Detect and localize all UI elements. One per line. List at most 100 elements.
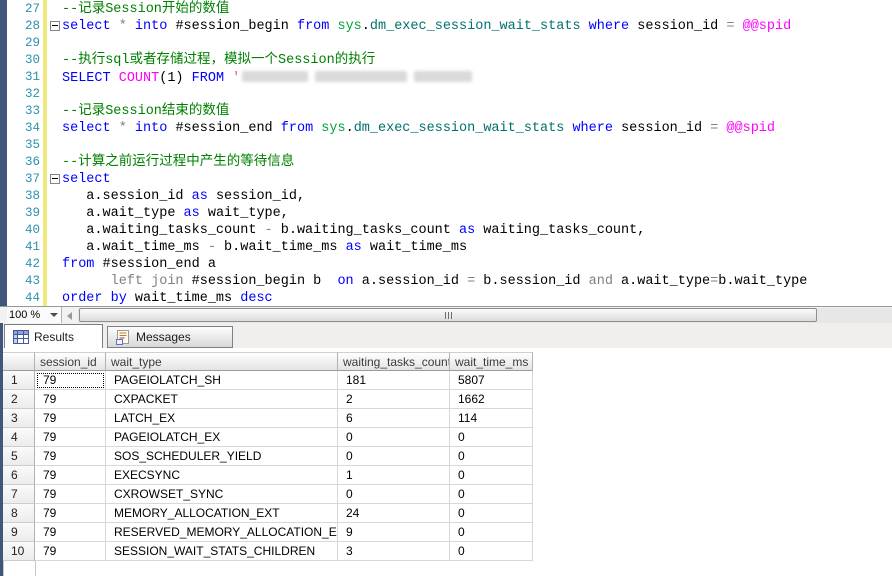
code-line[interactable]: 41 a.wait_time_ms - b.wait_time_ms as wa… xyxy=(0,239,892,256)
code-line[interactable]: 30--执行sql或者存储过程，模拟一个Session的执行 xyxy=(0,52,892,69)
code-line[interactable]: 36--计算之前运行过程中产生的等待信息 xyxy=(0,154,892,171)
column-header-session_id[interactable]: session_id xyxy=(35,352,106,371)
code-line[interactable]: 33--记录Session结束的数值 xyxy=(0,103,892,120)
grid-cell[interactable]: 0 xyxy=(450,428,533,447)
grid-cell[interactable]: 79 xyxy=(35,504,106,523)
grid-corner-cell[interactable] xyxy=(3,352,35,371)
row-number-cell[interactable]: 5 xyxy=(3,447,35,466)
row-number-cell[interactable]: 1 xyxy=(3,371,35,390)
code-line[interactable]: 28select * into #session_begin from sys.… xyxy=(0,18,892,35)
code-line[interactable]: 39 a.wait_type as wait_type, xyxy=(0,205,892,222)
grid-cell[interactable]: SOS_SCHEDULER_YIELD xyxy=(106,447,338,466)
grid-cell[interactable]: 2 xyxy=(338,390,450,409)
code-line[interactable]: 34select * into #session_end from sys.dm… xyxy=(0,120,892,137)
code-text: from #session_end a xyxy=(62,256,216,273)
code-line[interactable]: 31SELECT COUNT(1) FROM ' xyxy=(0,69,892,86)
code-line[interactable]: 38 a.session_id as session_id, xyxy=(0,188,892,205)
grid-cell[interactable]: 79 xyxy=(35,428,106,447)
grid-cell[interactable]: 1662 xyxy=(450,390,533,409)
grid-cell[interactable]: 79 xyxy=(35,409,106,428)
tab-results[interactable]: Results xyxy=(4,324,103,348)
code-line[interactable]: 35 xyxy=(0,137,892,154)
grid-cell[interactable]: LATCH_EX xyxy=(106,409,338,428)
grid-cell[interactable]: 1 xyxy=(338,466,450,485)
grid-cell[interactable]: 0 xyxy=(450,504,533,523)
code-line[interactable]: 44order by wait_time_ms desc xyxy=(0,290,892,306)
line-number: 39 xyxy=(7,205,42,222)
code-line[interactable]: 37select xyxy=(0,171,892,188)
grid-cell[interactable]: EXECSYNC xyxy=(106,466,338,485)
grid-cell[interactable]: 0 xyxy=(338,485,450,504)
grid-cell[interactable]: SESSION_WAIT_STATS_CHILDREN xyxy=(106,542,338,561)
sql-token-op: left join xyxy=(111,274,192,289)
grid-cell[interactable]: 6 xyxy=(338,409,450,428)
row-number-cell[interactable]: 10 xyxy=(3,542,35,561)
grid-cell[interactable]: 0 xyxy=(338,428,450,447)
zoom-combobox[interactable]: 100 % xyxy=(7,307,62,323)
grid-cell[interactable]: 0 xyxy=(450,523,533,542)
code-line[interactable]: 32 xyxy=(0,86,892,103)
grid-cell[interactable]: 181 xyxy=(338,371,450,390)
grid-cell[interactable]: PAGEIOLATCH_EX xyxy=(106,428,338,447)
sql-editor-surface[interactable]: 27--记录Session开始的数值28select * into #sessi… xyxy=(0,0,892,306)
sql-token-kw: as xyxy=(192,189,216,204)
row-number-cell[interactable]: 6 xyxy=(3,466,35,485)
grid-cell[interactable]: 79 xyxy=(35,485,106,504)
table-row: 179PAGEIOLATCH_SH1815807 xyxy=(3,371,533,390)
chevron-down-icon xyxy=(50,313,58,317)
horizontal-scrollbar-track[interactable] xyxy=(78,308,892,323)
grid-cell[interactable]: 0 xyxy=(450,542,533,561)
grid-cell[interactable]: 79 xyxy=(35,542,106,561)
grid-cell[interactable]: 0 xyxy=(450,447,533,466)
grid-cell[interactable]: MEMORY_ALLOCATION_EXT xyxy=(106,504,338,523)
grid-cell[interactable]: CXPACKET xyxy=(106,390,338,409)
grid-cell[interactable]: 24 xyxy=(338,504,450,523)
code-line[interactable]: 42from #session_end a xyxy=(0,256,892,273)
code-line[interactable]: 29 xyxy=(0,35,892,52)
sql-token-kw: from xyxy=(281,121,322,136)
grid-cell[interactable]: 79 xyxy=(35,390,106,409)
grid-cell[interactable]: 0 xyxy=(450,466,533,485)
column-header-wait_type[interactable]: wait_type xyxy=(106,352,338,371)
fold-collapse-icon[interactable] xyxy=(50,174,60,184)
grid-cell[interactable]: 0 xyxy=(338,447,450,466)
horizontal-scrollbar-thumb[interactable] xyxy=(79,308,817,322)
code-text: --计算之前运行过程中产生的等待信息 xyxy=(62,154,294,171)
grid-cell[interactable]: RESERVED_MEMORY_ALLOCATION_EXT xyxy=(106,523,338,542)
row-number-cell[interactable]: 7 xyxy=(3,485,35,504)
column-header-wait_time_ms[interactable]: wait_time_ms xyxy=(450,352,533,371)
grid-cell[interactable]: CXROWSET_SYNC xyxy=(106,485,338,504)
sql-token-fn: COUNT xyxy=(119,71,160,86)
sql-token-kw: order by xyxy=(62,291,135,306)
table-row: 579SOS_SCHEDULER_YIELD00 xyxy=(3,447,533,466)
row-number-cell[interactable]: 8 xyxy=(3,504,35,523)
row-number-cell[interactable]: 3 xyxy=(3,409,35,428)
code-line[interactable]: 27--记录Session开始的数值 xyxy=(0,1,892,18)
tab-messages[interactable]: Messages xyxy=(107,326,233,348)
grid-cell[interactable]: 79 xyxy=(35,523,106,542)
grid-cell[interactable]: 5807 xyxy=(450,371,533,390)
grid-cell[interactable]: 0 xyxy=(450,485,533,504)
grid-cell[interactable]: 79 xyxy=(35,371,106,390)
sql-token-op: * xyxy=(119,19,135,34)
triangle-left-icon xyxy=(67,312,72,320)
row-number-cell[interactable]: 9 xyxy=(3,523,35,542)
grid-cell[interactable]: 9 xyxy=(338,523,450,542)
fold-collapse-icon[interactable] xyxy=(50,21,60,31)
grid-cell[interactable]: PAGEIOLATCH_SH xyxy=(106,371,338,390)
grid-cell[interactable]: 79 xyxy=(35,466,106,485)
grid-cell[interactable]: 79 xyxy=(35,447,106,466)
grid-cell[interactable]: 3 xyxy=(338,542,450,561)
column-header-waiting_tasks_count[interactable]: waiting_tasks_count xyxy=(338,352,450,371)
row-number-cell[interactable]: 2 xyxy=(3,390,35,409)
code-line[interactable]: 40 a.waiting_tasks_count - b.waiting_tas… xyxy=(0,222,892,239)
grid-cell[interactable]: 114 xyxy=(450,409,533,428)
sql-token-kw: as xyxy=(459,223,483,238)
row-number-cell[interactable]: 4 xyxy=(3,428,35,447)
code-line[interactable]: 43 left join #session_begin b on a.sessi… xyxy=(0,273,892,290)
sql-token-kw: select xyxy=(62,172,111,187)
sql-token-cm: --执行sql或者存储过程，模拟一个Session的执行 xyxy=(62,53,375,68)
scroll-left-button[interactable] xyxy=(63,309,76,322)
line-number: 29 xyxy=(7,35,42,52)
sql-token-op: = xyxy=(726,19,742,34)
